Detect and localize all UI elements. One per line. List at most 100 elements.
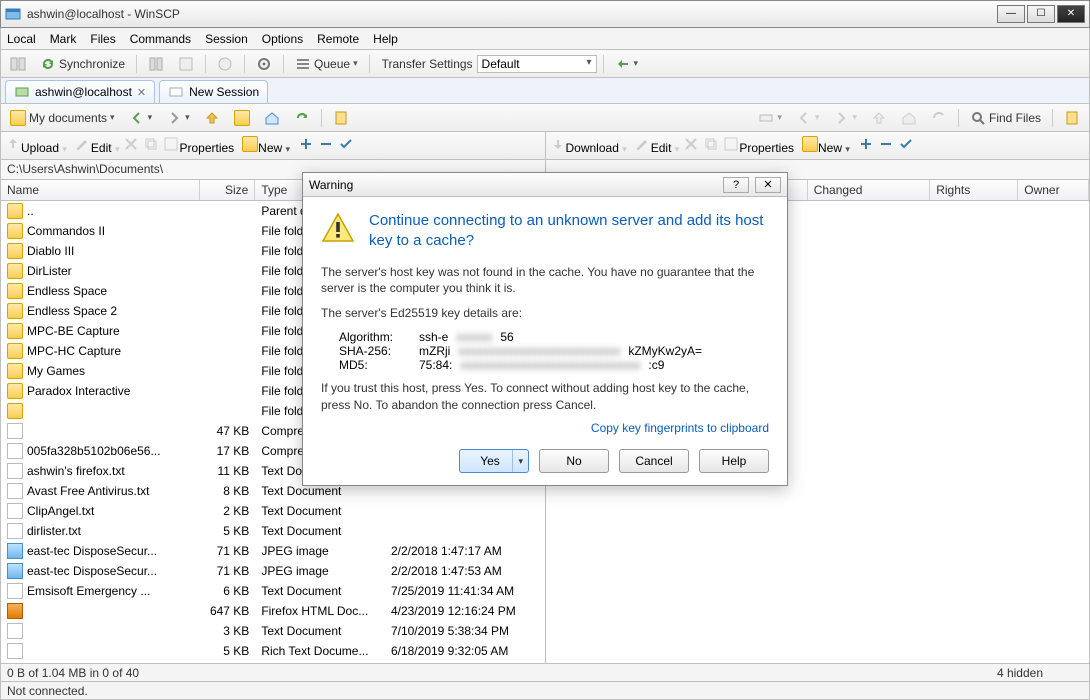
compare-button[interactable]	[143, 53, 169, 75]
left-copy-button[interactable]	[143, 136, 159, 155]
file-size: 2 KB	[200, 503, 255, 519]
left-props-button[interactable]: Properties	[163, 136, 234, 155]
dialog-titlebar[interactable]: Warning ? ✕	[303, 173, 787, 197]
tab-active-session[interactable]: ashwin@localhost ✕	[5, 80, 155, 103]
right-nav-home[interactable]	[896, 107, 922, 129]
file-changed: 2/2/2018 1:47:17 AM	[385, 543, 545, 559]
status-connection: Not connected.	[7, 684, 88, 698]
compare-icon	[148, 56, 164, 72]
copy-fingerprints-link[interactable]: Copy key fingerprints to clipboard	[321, 421, 769, 435]
queue-button[interactable]: Queue ▾	[290, 53, 363, 75]
file-size	[200, 390, 255, 392]
left-minus[interactable]	[318, 136, 334, 155]
left-nav-fwd[interactable]: ▾	[161, 107, 195, 129]
right-drive-selector[interactable]: ▾	[753, 107, 787, 129]
table-row[interactable]: 5 KBRich Text Docume...6/18/2019 9:32:05…	[1, 641, 545, 661]
menu-mark[interactable]: Mark	[50, 32, 77, 46]
settings-button[interactable]	[251, 53, 277, 75]
right-refresh[interactable]	[926, 107, 952, 129]
redacted: xxxxxxxxxxxxxxxxxxxxxxxxxxx	[458, 344, 620, 358]
file-name: dirlister.txt	[27, 524, 81, 538]
synchronize-button[interactable]: Synchronize	[35, 53, 130, 75]
tb-btn-c[interactable]: ▾	[610, 53, 644, 75]
menu-files[interactable]: Files	[90, 32, 115, 46]
right-nav-up[interactable]	[866, 107, 892, 129]
right-minus[interactable]	[878, 136, 894, 155]
left-nav-root[interactable]	[229, 107, 255, 129]
right-bookmark[interactable]	[1059, 107, 1085, 129]
table-row[interactable]: dirlister.txt5 KBText Document	[1, 521, 545, 541]
close-button[interactable]: ✕	[1057, 5, 1085, 23]
left-delete-button[interactable]	[123, 136, 139, 155]
tab-new-session[interactable]: New Session	[159, 80, 268, 103]
left-refresh[interactable]	[289, 107, 315, 129]
file-name: east-tec DisposeSecur...	[27, 564, 157, 578]
table-row[interactable]: east-tec DisposeSecur...71 KBJPEG image2…	[1, 561, 545, 581]
right-copy-button[interactable]	[703, 136, 719, 155]
file-name: ashwin's firefox.txt	[27, 464, 125, 478]
find-files-button[interactable]: Find Files	[965, 107, 1046, 129]
redacted: xxxxxx	[456, 330, 492, 344]
col-changed[interactable]: Changed	[808, 180, 931, 200]
file-size: 71 KB	[200, 543, 255, 559]
upload-button[interactable]: Upload ▾	[5, 136, 67, 155]
refresh-icon	[294, 110, 310, 126]
menu-commands[interactable]: Commands	[130, 32, 191, 46]
minimize-button[interactable]: —	[997, 5, 1025, 23]
file-changed: 7/25/2019 11:41:34 AM	[385, 583, 545, 599]
transfer-settings-dropdown[interactable]: Default	[477, 55, 597, 73]
menu-session[interactable]: Session	[205, 32, 248, 46]
dialog-help-button2[interactable]: Help	[699, 449, 769, 473]
maximize-button[interactable]: ☐	[1027, 5, 1055, 23]
left-bookmark[interactable]	[328, 107, 354, 129]
right-edit-button[interactable]: Edit ▾	[635, 136, 680, 155]
right-props-button[interactable]: Properties	[723, 136, 794, 155]
table-row[interactable]: 647 KBFirefox HTML Doc...4/23/2019 12:16…	[1, 601, 545, 621]
sync-browse-button[interactable]	[5, 53, 31, 75]
left-ops-toolbar: Upload ▾ Edit ▾ Properties New ▾	[1, 132, 545, 160]
dialog-yes-button[interactable]: Yes	[459, 449, 529, 473]
col-name[interactable]: Name	[1, 180, 200, 200]
left-nav-up[interactable]	[199, 107, 225, 129]
left-nav-home[interactable]	[259, 107, 285, 129]
right-check[interactable]	[898, 136, 914, 155]
dialog-no-button[interactable]: No	[539, 449, 609, 473]
table-row[interactable]: Emsisoft Emergency ...6 KBText Document7…	[1, 581, 545, 601]
left-nav-back[interactable]: ▾	[124, 107, 158, 129]
dialog-close-button[interactable]: ✕	[755, 177, 781, 193]
right-nav-fwd[interactable]: ▾	[828, 107, 862, 129]
col-rights[interactable]: Rights	[930, 180, 1018, 200]
menu-help[interactable]: Help	[373, 32, 398, 46]
file-size: 47 KB	[200, 423, 255, 439]
right-plus[interactable]	[858, 136, 874, 155]
left-drive-selector[interactable]: My documents ▾	[5, 107, 120, 129]
left-edit-button[interactable]: Edit ▾	[75, 136, 120, 155]
right-new-button[interactable]: New ▾	[802, 136, 850, 155]
file-icon	[7, 523, 23, 539]
menu-remote[interactable]: Remote	[317, 32, 359, 46]
right-delete-button[interactable]	[683, 136, 699, 155]
table-row[interactable]: east-tec DisposeSecur...71 KBJPEG image2…	[1, 541, 545, 561]
right-nav-back[interactable]: ▾	[791, 107, 825, 129]
file-icon	[7, 503, 23, 519]
tb-btn-b[interactable]	[212, 53, 238, 75]
file-name: DirLister	[27, 264, 72, 278]
left-check[interactable]	[338, 136, 354, 155]
dialog-help-button[interactable]: ?	[723, 177, 749, 193]
file-icon	[7, 443, 23, 459]
col-owner[interactable]: Owner	[1018, 180, 1089, 200]
col-size[interactable]: Size	[200, 180, 255, 200]
close-tab-icon[interactable]: ✕	[137, 86, 146, 99]
dialog-cancel-button[interactable]: Cancel	[619, 449, 689, 473]
menu-options[interactable]: Options	[262, 32, 303, 46]
table-row[interactable]: 3 KBText Document7/10/2019 5:38:34 PM	[1, 621, 545, 641]
download-button[interactable]: Download ▾	[550, 136, 627, 155]
menu-local[interactable]: Local	[7, 32, 36, 46]
left-plus[interactable]	[298, 136, 314, 155]
file-size: 5 KB	[200, 523, 255, 539]
table-row[interactable]: ClipAngel.txt2 KBText Document	[1, 501, 545, 521]
tb-btn-a[interactable]	[173, 53, 199, 75]
left-new-button[interactable]: New ▾	[242, 136, 290, 155]
home-icon	[264, 110, 280, 126]
file-changed	[385, 530, 545, 532]
